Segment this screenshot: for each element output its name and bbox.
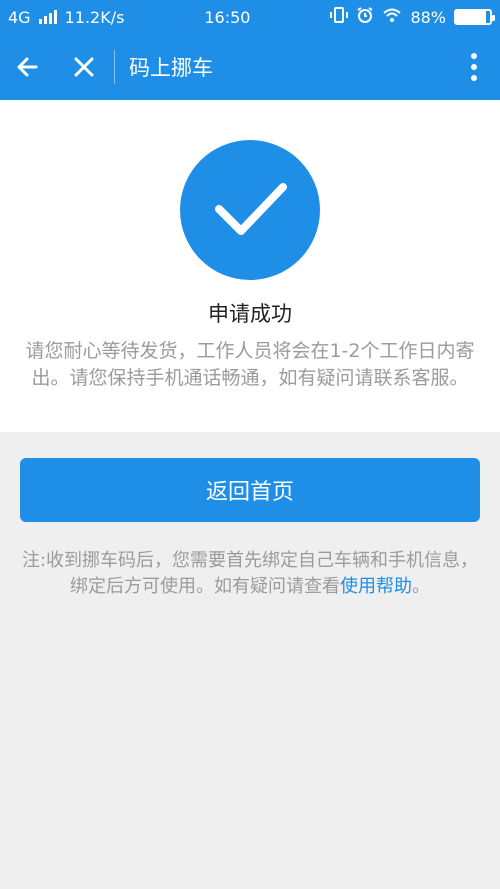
app-bar: 码上挪车 [0, 34, 500, 100]
success-badge [180, 140, 320, 280]
check-icon [215, 183, 287, 235]
status-bar: 4G 11.2K/s 16:50 88% [0, 0, 500, 34]
close-button[interactable] [56, 34, 112, 100]
return-home-button[interactable]: 返回首页 [20, 458, 480, 522]
network-speed: 11.2K/s [64, 7, 125, 27]
close-icon [74, 57, 94, 77]
success-message: 请您耐心等待发货，工作人员将会在1-2个工作日内寄出。请您保持手机通话畅通，如有… [25, 340, 475, 389]
more-vertical-icon [471, 53, 477, 81]
note-suffix: 。 [412, 576, 430, 597]
signal-icon [38, 10, 57, 24]
more-button[interactable] [462, 48, 486, 86]
appbar-divider [114, 50, 115, 84]
network-type: 4G [8, 7, 31, 27]
alarm-icon [356, 6, 374, 28]
status-left: 4G 11.2K/s [8, 8, 124, 27]
help-link[interactable]: 使用帮助 [340, 576, 412, 597]
back-button[interactable] [0, 34, 56, 100]
status-right: 88% [330, 6, 495, 28]
note-text: 注:收到挪车码后，您需要首先绑定自己车辆和手机信息，绑定后方可使用。如有疑问请查… [20, 548, 480, 600]
result-card: 申请成功 请您耐心等待发货，工作人员将会在1-2个工作日内寄出。请您保持手机通话… [0, 100, 500, 432]
page-title: 码上挪车 [129, 56, 213, 80]
vibrate-icon [330, 6, 349, 28]
status-time: 16:50 [204, 7, 251, 27]
wifi-icon [382, 6, 402, 28]
arrow-left-icon [17, 57, 38, 77]
success-title: 申请成功 [208, 302, 292, 326]
battery-icon [454, 9, 495, 25]
battery-percent: 88% [410, 7, 446, 27]
